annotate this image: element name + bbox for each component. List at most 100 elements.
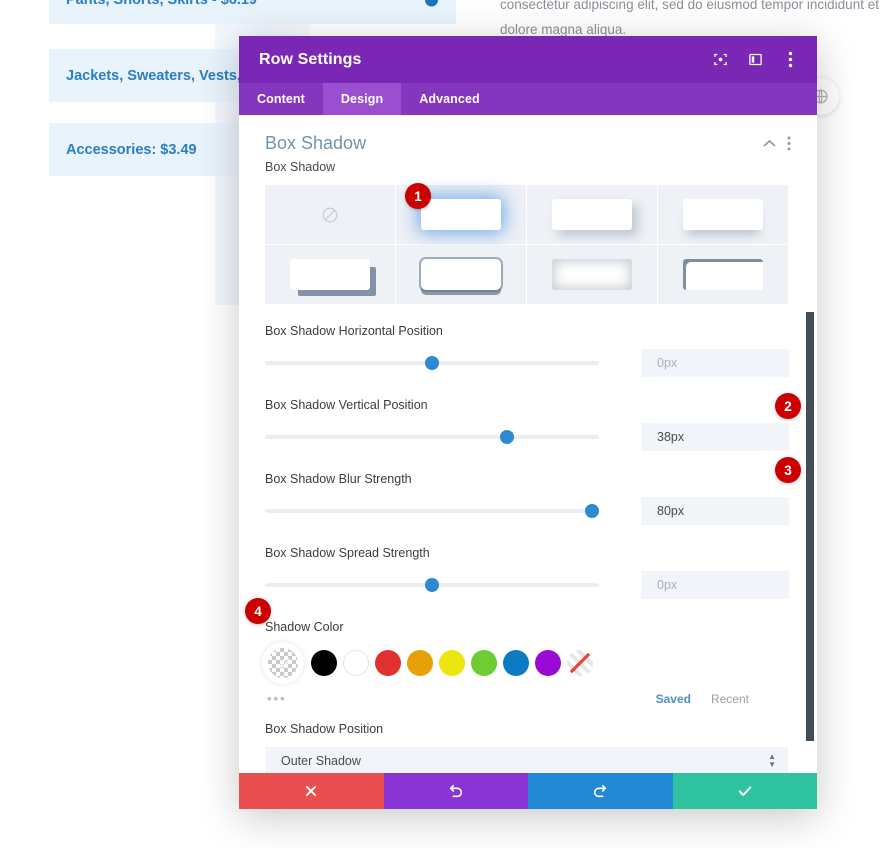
palette-more-icon[interactable]: ••• [267,691,287,706]
preset-bottom-soft[interactable] [658,185,788,244]
slider-thumb[interactable] [585,504,600,518]
redo-button[interactable] [528,773,673,809]
preset-preview [683,199,763,230]
blur-strength-row: 80px [265,497,791,525]
annotation-badge-2: 2 [775,393,801,419]
annotation-badge-1: 1 [405,183,431,209]
annotation-badge-3: 3 [775,457,801,483]
preset-inner-hard[interactable] [658,245,788,304]
spread-strength-value: 0px [657,578,678,592]
color-palette [265,645,791,681]
swatch-purple[interactable] [535,650,561,676]
tab-advanced[interactable]: Advanced [401,83,498,115]
box-shadow-position-field: Box Shadow Position Outer Shadow ▲ ▼ [239,722,817,773]
box-shadow-preset-grid [265,185,788,304]
modal-header-actions [711,51,799,69]
modal-title: Row Settings [259,50,362,68]
swatch-red[interactable] [375,650,401,676]
palette-tab-saved[interactable]: Saved [656,692,691,706]
vertical-position-row: 38px [265,423,791,451]
cancel-button[interactable] [239,773,384,809]
palette-tab-recent[interactable]: Recent [711,692,749,706]
settings-scroll-area: Box Shadow Box Shadow Box Shadow Horizon… [239,115,817,773]
blur-strength-slider[interactable] [265,502,600,520]
bullet-dot-icon [425,0,438,7]
panel-layout-icon[interactable] [746,51,764,69]
spread-strength-label: Box Shadow Spread Strength [265,546,430,560]
swatch-green[interactable] [471,650,497,676]
checker-pattern [268,648,298,678]
horizontal-position-row: 0px [265,349,791,377]
preset-preview [552,199,632,230]
swatch-black[interactable] [311,650,337,676]
select-stepper-icon: ▲ ▼ [768,752,776,769]
save-button[interactable] [672,773,817,809]
tab-design[interactable]: Design [322,83,402,115]
row-settings-modal: Row Settings Content Design Advanced Box… [239,36,817,809]
palette-footer: ••• Saved Recent [265,691,791,706]
slider-thumb[interactable] [425,578,439,592]
box-shadow-position-select[interactable]: Outer Shadow ▲ ▼ [265,747,788,773]
screenshot-root: Pants, Shorts, Skirts - $6.19 Jackets, S… [0,0,880,848]
swatch-yellow[interactable] [439,650,465,676]
vertical-position-label: Box Shadow Vertical Position [265,398,428,412]
preset-offset-diagonal[interactable] [527,185,657,244]
modal-body: Box Shadow Box Shadow Box Shadow Horizon… [239,115,817,773]
horizontal-position-input[interactable]: 0px [641,349,789,377]
preset-preview [421,259,501,290]
box-shadow-section-header: Box Shadow [239,115,817,160]
slider-thumb[interactable] [500,430,515,444]
preset-inner-soft[interactable] [527,245,657,304]
preset-preview [552,259,632,290]
swatch-blue[interactable] [503,650,529,676]
more-vertical-icon[interactable] [781,51,799,69]
spread-strength-row: 0px [265,571,791,599]
target-focus-icon[interactable] [711,51,729,69]
undo-button[interactable] [383,773,528,809]
list-item-label: Accessories: $3.49 [66,141,197,158]
blur-strength-input[interactable]: 80px [641,497,789,525]
slider-track [265,509,599,513]
swatch-none[interactable] [567,650,593,676]
preset-preview [290,259,370,290]
blur-strength-field: Box Shadow Blur Strength 80px [239,472,817,525]
horizontal-position-field: Box Shadow Horizontal Position 0px [239,324,817,377]
horizontal-position-label: Box Shadow Horizontal Position [265,324,443,338]
preset-none[interactable] [265,185,395,244]
horizontal-position-value: 0px [657,356,678,370]
vertical-position-input[interactable]: 38px [641,423,789,451]
preset-preview [421,199,501,230]
slider-track [265,435,599,439]
modal-tabs: Content Design Advanced [239,83,817,115]
chevron-up-icon[interactable] [761,136,777,152]
list-item-label: Pants, Shorts, Skirts - $6.19 [66,0,257,8]
blur-strength-value: 80px [657,504,685,518]
preset-outline-bottom[interactable] [396,245,526,304]
box-shadow-preset-label: Box Shadow [265,160,336,174]
swatch-orange[interactable] [407,650,433,676]
spread-strength-input[interactable]: 0px [641,571,789,599]
vertical-position-slider[interactable] [265,428,599,446]
tab-content[interactable]: Content [239,83,323,115]
spread-strength-field: Box Shadow Spread Strength 0px [239,546,817,599]
palette-tabs: Saved Recent [656,692,791,706]
section-more-vertical-icon[interactable] [781,136,797,152]
annotation-badge-4: 4 [245,598,271,624]
section-title: Box Shadow [265,133,367,153]
vertical-position-value: 38px [657,430,685,444]
vertical-position-field: Box Shadow Vertical Position 38px [239,398,817,451]
preset-hard-diagonal[interactable] [265,245,395,304]
swatch-white[interactable] [343,650,369,676]
list-item[interactable]: Pants, Shorts, Skirts - $6.19 [49,0,456,24]
box-shadow-preset-field: Box Shadow [239,160,817,304]
shadow-color-field: Shadow Color ••• Saved Recent [239,620,817,706]
shadow-color-label: Shadow Color [265,620,344,634]
eyedropper-transparent-swatch[interactable] [265,645,301,681]
spread-strength-slider[interactable] [265,576,599,594]
vertical-scrollbar[interactable] [806,312,814,741]
modal-footer [239,773,817,809]
box-shadow-position-label: Box Shadow Position [265,722,384,736]
horizontal-position-slider[interactable] [265,354,599,372]
blur-strength-label: Box Shadow Blur Strength [265,472,412,486]
slider-thumb[interactable] [425,356,439,370]
